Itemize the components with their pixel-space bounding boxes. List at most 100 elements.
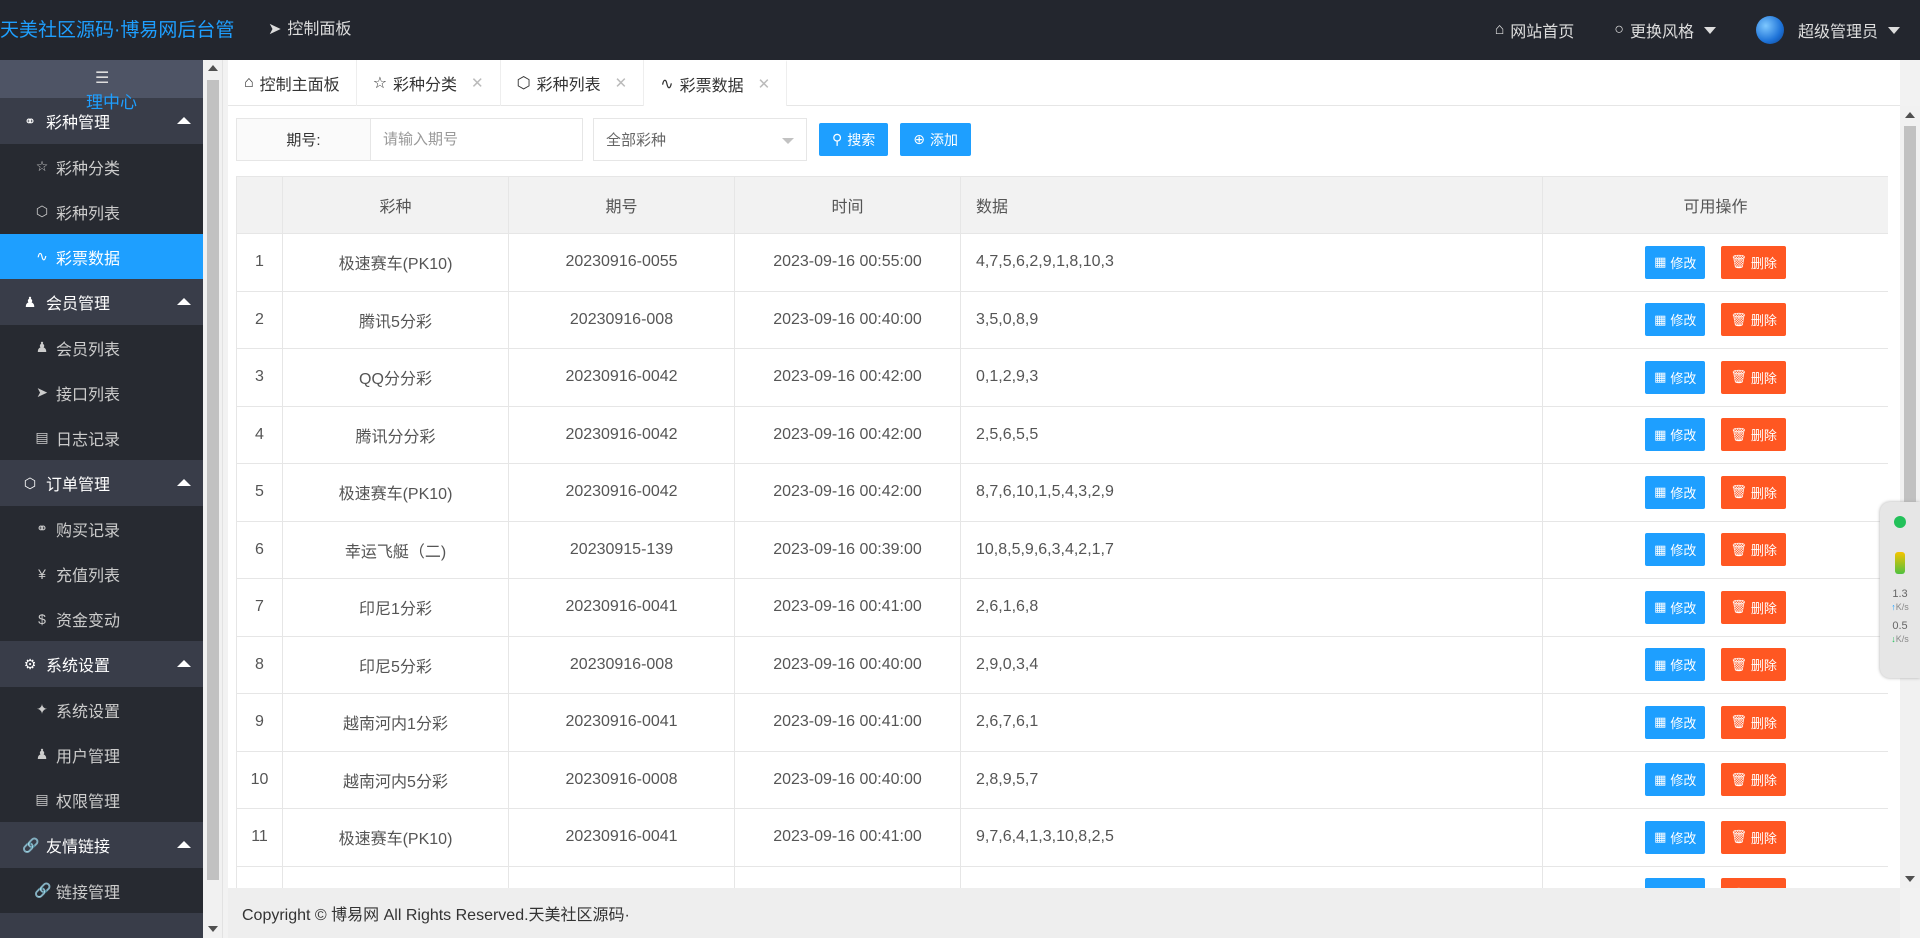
admin-menu[interactable]: 超级管理员 (1736, 16, 1920, 44)
add-button[interactable]: ⊕ 添加 (900, 123, 971, 156)
scroll-down-icon[interactable] (1905, 876, 1915, 882)
row-time: 2023-09-16 00:41:00 (734, 578, 961, 637)
lottery-select[interactable]: 全部彩种 (593, 118, 807, 161)
sidebar-toggle[interactable]: ☰ 理中心 (0, 60, 203, 112)
row-time: 2023-09-16 00:39:00 (734, 520, 961, 579)
edit-button[interactable]: ▦修改 (1645, 590, 1706, 624)
scroll-thumb[interactable] (1904, 126, 1916, 566)
delete-button[interactable]: 🗑删除 (1721, 820, 1786, 854)
edit-button[interactable]: ▦修改 (1645, 245, 1706, 279)
edit-button[interactable]: ▦修改 (1645, 648, 1706, 682)
close-icon[interactable]: ✕ (471, 74, 484, 92)
row-index (236, 865, 283, 888)
delete-button[interactable]: 🗑删除 (1721, 648, 1786, 682)
search-button[interactable]: ⚲ 搜索 (819, 123, 889, 156)
sidebar-item-lottery-data[interactable]: ∿ 彩票数据 (0, 234, 203, 279)
delete-button[interactable]: 🗑删除 (1721, 533, 1786, 567)
row-actions: ▦修改 🗑删除 (1542, 578, 1888, 637)
sidebar-item-permissions[interactable]: ▤ 权限管理 (0, 777, 203, 822)
sidebar-item-lottery-list[interactable]: ⬡ 彩种列表 (0, 189, 203, 234)
delete-button[interactable]: 🗑删除 (1721, 878, 1786, 888)
sidebar-item-member-list[interactable]: ♟ 会员列表 (0, 325, 203, 370)
tab-lottery-data[interactable]: ∿ 彩票数据 ✕ (644, 60, 788, 106)
delete-button[interactable]: 🗑删除 (1721, 705, 1786, 739)
row-index: 3 (236, 348, 283, 407)
tab-bar: ⌂ 控制主面板 ☆ 彩种分类 ✕ ⬡ 彩种列表 ✕ ∿ 彩票数据 ✕ (228, 60, 1900, 106)
delete-button[interactable]: 🗑删除 (1721, 360, 1786, 394)
delete-button[interactable]: 🗑删除 (1721, 245, 1786, 279)
search-icon: ⚲ (832, 131, 843, 147)
circle-icon: ○ (1614, 21, 1624, 38)
sidebar-item-fund-changes[interactable]: $ 资金变动 (0, 596, 203, 641)
delete-button[interactable]: 🗑删除 (1721, 763, 1786, 797)
table-header-row: 彩种 期号 时间 数据 可用操作 (236, 176, 1888, 234)
sidebar-item-system-settings[interactable]: ✦ 系统设置 (0, 687, 203, 732)
table-edit-icon: ▦ (1654, 714, 1667, 730)
row-actions: ▦修改 🗑删除 (1542, 808, 1888, 867)
edit-button[interactable]: ▦修改 (1645, 705, 1706, 739)
edit-button[interactable]: ▦修改 (1645, 533, 1706, 567)
col-period[interactable]: 期号 (508, 176, 735, 234)
change-style-menu[interactable]: ○ 更换风格 (1594, 18, 1736, 42)
row-lottery: 极速赛车(PK10) (282, 808, 509, 867)
site-home-link[interactable]: ⌂ 网站首页 (1475, 18, 1595, 42)
table-edit-icon: ▦ (1654, 426, 1667, 442)
tab-label: 彩票数据 (679, 78, 744, 95)
col-lottery[interactable]: 彩种 (282, 176, 509, 234)
data-table-wrap: 彩种 期号 时间 数据 可用操作 1 极速赛车(PK10) 20230916-005… (236, 176, 1888, 888)
send-icon: ➤ (268, 21, 282, 38)
sidebar-group-members[interactable]: ♟ 会员管理 (0, 279, 203, 325)
col-data[interactable]: 数据 (960, 176, 1543, 234)
row-index: 4 (236, 405, 283, 464)
row-lottery: 越南河内1分彩 (282, 693, 509, 752)
sidebar-item-purchase-records[interactable]: ⚭ 购买记录 (0, 506, 203, 551)
edit-button[interactable]: ▦修改 (1645, 820, 1706, 854)
sidebar-group-partial[interactable] (0, 913, 203, 938)
content-scrollbar[interactable] (1900, 106, 1920, 888)
sidebar-group-links[interactable]: 🔗 友情链接 (0, 822, 203, 868)
delete-button[interactable]: 🗑删除 (1721, 303, 1786, 337)
sidebar-item-link-management[interactable]: 🔗 链接管理 (0, 868, 203, 913)
edit-button[interactable]: ▦修改 (1645, 763, 1706, 797)
edit-button[interactable]: ▦修改 (1645, 418, 1706, 452)
period-input[interactable] (371, 118, 583, 161)
delete-button[interactable]: 🗑删除 (1721, 590, 1786, 624)
delete-button[interactable]: 🗑删除 (1721, 475, 1786, 509)
row-time (734, 865, 961, 888)
sidebar-item-api-list[interactable]: ➤ 接口列表 (0, 370, 203, 415)
edit-button[interactable]: ▦修改 (1645, 475, 1706, 509)
sidebar-group-settings[interactable]: ⚙ 系统设置 (0, 641, 203, 687)
close-icon[interactable]: ✕ (758, 75, 771, 93)
edit-button-label: 修改 (1670, 830, 1697, 846)
row-data: 4,7,5,6,2,9,1,8,10,3 (960, 233, 1543, 292)
scroll-up-icon[interactable] (208, 65, 218, 71)
scroll-thumb[interactable] (207, 80, 219, 880)
row-data: 9,7,6,4,1,3,10,8,2,5 (960, 808, 1543, 867)
network-speed-widget[interactable]: 1.3 ↑K/s 0.5 ↓K/s (1880, 502, 1920, 678)
sidebar-item-user-management[interactable]: ♟ 用户管理 (0, 732, 203, 777)
caret-up-icon (177, 841, 191, 848)
sidebar-group-orders[interactable]: ⬡ 订单管理 (0, 460, 203, 506)
pulse-icon: ∿ (660, 76, 674, 93)
delete-button[interactable]: 🗑删除 (1721, 418, 1786, 452)
scroll-up-icon[interactable] (1905, 112, 1915, 118)
item-label: 权限管理 (56, 793, 121, 811)
sidebar-item-lottery-category[interactable]: ☆ 彩种分类 (0, 144, 203, 189)
tab-lottery-category[interactable]: ☆ 彩种分类 ✕ (357, 60, 501, 106)
item-label: 彩种分类 (56, 160, 121, 178)
app-logo[interactable]: 天美社区源码·博易网后台管 (0, 0, 234, 60)
download-speed-value: 0.5 (1892, 620, 1908, 632)
scroll-down-icon[interactable] (208, 926, 218, 932)
edit-button[interactable]: ▦修改 (1645, 303, 1706, 337)
tab-dashboard[interactable]: ⌂ 控制主面板 (228, 60, 357, 106)
sidebar-item-logs[interactable]: ▤ 日志记录 (0, 415, 203, 460)
sidebar-scrollbar[interactable] (203, 60, 223, 938)
tab-lottery-list[interactable]: ⬡ 彩种列表 ✕ (501, 60, 645, 106)
close-icon[interactable]: ✕ (615, 74, 628, 92)
edit-button[interactable]: ▦修改 (1645, 360, 1706, 394)
sidebar-item-recharge-list[interactable]: ¥ 充值列表 (0, 551, 203, 596)
dashboard-link[interactable]: ➤ 控制面板 (268, 0, 351, 60)
row-period: 20230916-0055 (508, 233, 735, 292)
edit-button[interactable]: ▦修改 (1645, 878, 1706, 888)
col-time[interactable]: 时间 (734, 176, 961, 234)
